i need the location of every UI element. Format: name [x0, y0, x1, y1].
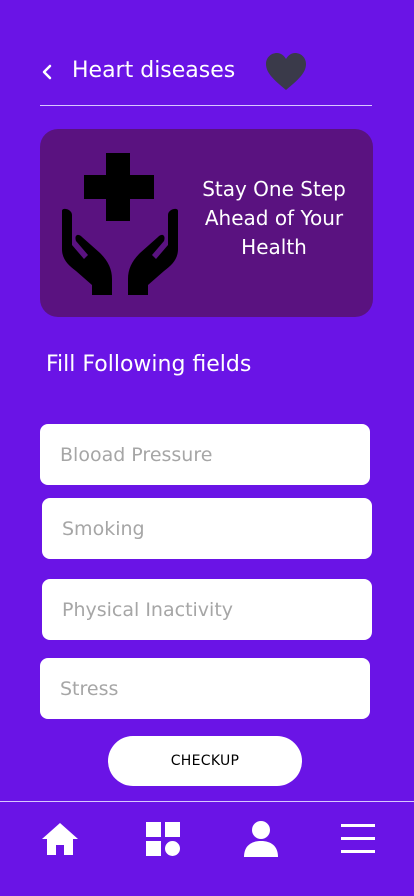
header-divider — [40, 105, 372, 106]
page-title: Heart diseases — [72, 58, 236, 83]
smoking-input[interactable] — [42, 498, 372, 559]
home-icon[interactable] — [40, 820, 80, 858]
heart-icon — [266, 53, 306, 90]
header-bar: Heart diseases — [40, 50, 372, 96]
banner-text: Stay One Step Ahead of Your Health — [202, 177, 346, 259]
health-banner: Stay One Step Ahead of Your Health — [40, 129, 373, 317]
nav-divider — [0, 801, 414, 802]
medical-care-icon — [62, 153, 178, 295]
blood-pressure-input[interactable] — [40, 424, 370, 485]
menu-icon[interactable] — [338, 820, 378, 858]
form-title: Fill Following fields — [46, 352, 252, 377]
physical-inactivity-input[interactable] — [42, 579, 372, 640]
back-chevron-icon[interactable] — [40, 60, 54, 84]
checkup-button[interactable]: CHECKUP — [108, 736, 302, 786]
grid-icon[interactable] — [143, 820, 183, 858]
stress-input[interactable] — [40, 658, 370, 719]
user-icon[interactable] — [241, 820, 281, 858]
